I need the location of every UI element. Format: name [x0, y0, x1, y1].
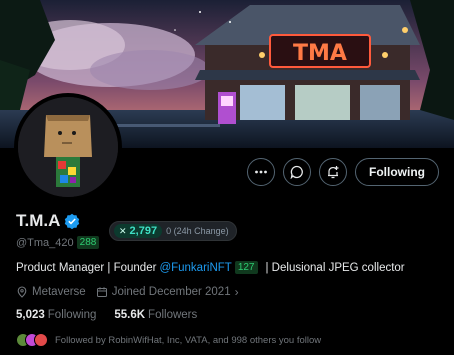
bio-mention-link[interactable]: @FunkariNFT — [159, 262, 231, 274]
followed-by[interactable]: Followed by RobinWifHat, Inc, VATA, and … — [16, 333, 321, 347]
name-row: T.M.A — [16, 211, 80, 231]
more-button[interactable] — [247, 158, 275, 186]
display-name: T.M.A — [16, 211, 61, 230]
follow-counts: 5,023 Following 55.6K Followers — [16, 309, 197, 321]
following-button[interactable]: Following — [355, 158, 439, 186]
mini-avatar — [34, 333, 48, 347]
notifications-button[interactable] — [319, 158, 347, 186]
profile-meta: Metaverse Joined December 2021 › — [16, 285, 239, 299]
more-icon — [255, 170, 267, 174]
followed-by-text: Followed by RobinWifHat, Inc, VATA, and … — [55, 334, 322, 346]
location-pin-icon — [17, 286, 27, 298]
profile-actions: Following — [247, 158, 439, 186]
banner-sign-text: TMA — [293, 41, 347, 66]
handle-chip: 288 — [76, 236, 100, 249]
bio: Product Manager | Founder @FunkariNFT 12… — [16, 261, 405, 274]
verified-badge-icon[interactable] — [64, 213, 80, 229]
token-stat-change: 0 (24h Change) — [166, 226, 229, 236]
bio-text-2: | Delusional JPEG collector — [265, 261, 405, 274]
bio-text-1: Product Manager | Founder — [16, 261, 157, 274]
followed-by-avatars — [16, 333, 48, 347]
token-stat-pill[interactable]: ✕ 2,797 0 (24h Change) — [109, 221, 237, 241]
avatar-image — [18, 97, 118, 197]
location: Metaverse — [16, 286, 86, 298]
x-logo-icon: ✕ — [119, 225, 127, 236]
handle-row: @Tma_420 288 — [16, 236, 100, 249]
avatar[interactable] — [14, 93, 122, 201]
bio-link-chip: 127 — [234, 261, 258, 274]
bell-plus-icon — [328, 166, 339, 179]
joined-date[interactable]: Joined December 2021 › — [96, 285, 239, 299]
calendar-icon — [96, 287, 107, 297]
chevron-right-icon: › — [234, 285, 239, 299]
token-stat-value: ✕ 2,797 — [114, 224, 163, 238]
handle: @Tma_420 — [16, 236, 74, 249]
message-button[interactable] — [283, 158, 311, 186]
message-icon — [290, 165, 303, 179]
following-count-link[interactable]: 5,023 Following — [16, 309, 96, 321]
followers-count-link[interactable]: 55.6K Followers — [114, 309, 197, 321]
